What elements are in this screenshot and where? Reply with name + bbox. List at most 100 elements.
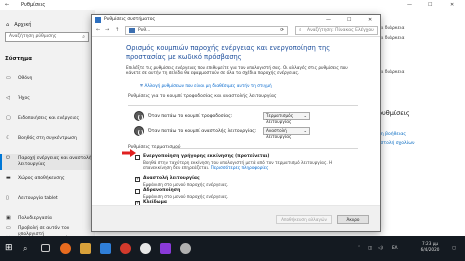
cancel-button[interactable]: Άκυρο (337, 215, 369, 224)
dialog-title-text: Ρυθμίσεις συστήματος (104, 17, 156, 22)
fast-startup-checkbox[interactable] (135, 155, 140, 160)
hibernate-label: Αδρανοποίηση (143, 188, 181, 193)
sidebar-item-tablet[interactable]: ▯ Λειτουργία tablet (0, 195, 95, 202)
notification-center-icon[interactable]: ▢ (452, 245, 456, 251)
intro-text: Επιλέξτε τις ρυθμίσεις ενέργειας που επι… (126, 65, 348, 76)
search-placeholder: Αναζήτηση ρύθμισης (9, 34, 57, 39)
nav-label: Ήχος (18, 96, 30, 101)
sidebar-item-power[interactable]: ⏻ Παροχή ενέργειας και αναστολή λειτουργί… (0, 154, 95, 170)
fast-startup-label: Ενεργοποίηση γρήγορης εκκίνησης (προτείν… (143, 154, 270, 159)
power-button-row: Όταν πατάω το κουμπί τροφοδοσίας: Τερματ… (134, 111, 334, 124)
right-text-3: ο και διάρκεια (372, 70, 405, 75)
app2-icon[interactable] (160, 243, 171, 254)
fast-startup-desc: Βοηθά στην ταχύτερη εκκίνηση του υπολογι… (143, 160, 358, 171)
close-icon[interactable]: ✕ (450, 0, 454, 10)
address-bar: ← → ↑ Ρυθ... ⟳ ⌕ Αναζήτηση: Πίνακας Ελέγχο… (92, 25, 380, 37)
dialog-minimize-icon[interactable]: — (326, 15, 331, 25)
clock[interactable]: 7:23 μμ 6/4/2020 (410, 241, 450, 252)
sleep-button-select[interactable]: Αναστολή λειτουργίας ⌄ (263, 127, 310, 139)
app-icon[interactable] (140, 243, 151, 254)
tablet-icon: ▯ (6, 195, 9, 201)
firefox-icon[interactable] (60, 243, 71, 254)
home-icon: ⌂ (6, 22, 10, 28)
settings-sidebar: ⌂ Αρχική Αναζήτηση ρύθμισης ⌕ Σύστημα ▭ Οθό… (0, 10, 95, 241)
forward-arrow-icon[interactable]: → (105, 27, 109, 33)
page-heading: Ορισμός κουμπιών παροχής ενέργειας και ε… (126, 44, 331, 61)
right-text-1: ο και διάρκεια (372, 26, 405, 31)
select-value: Αναστολή λειτουργίας (266, 128, 292, 139)
search-icon: ⌕ (82, 34, 85, 40)
home-label: Αρχική (14, 22, 32, 28)
hibernate-desc: Εμφάνιση στο μενού παροχής ενέργειας. (143, 194, 229, 199)
notification-icon: ▢ (6, 115, 11, 121)
display-icon: ▭ (6, 75, 11, 81)
settings-search-input[interactable]: Αναζήτηση ρύθμισης ⌕ (5, 32, 89, 42)
save-changes-button[interactable]: Αποθήκευση αλλαγών (276, 215, 332, 224)
nav-label: Χώρος αποθήκευσης (18, 176, 65, 181)
sleep-desc: Εμφάνιση στο μενού παροχής ενέργειας. (143, 182, 229, 187)
settings-title: Ρυθμίσεις (21, 2, 46, 8)
group-heading: Σύστημα (5, 56, 33, 62)
sleep-button-row: Όταν πατάω το κουμπί αναστολής λειτουργί… (134, 126, 334, 139)
more-info-link[interactable]: Περισσότερες πληροφορίες (211, 165, 269, 170)
sleep-button-label: Όταν πατάω το κουμπί αναστολής λειτουργί… (148, 129, 257, 134)
back-icon[interactable]: ← (5, 0, 9, 10)
clock-date: 6/4/2020 (420, 246, 440, 252)
sleep-checkbox[interactable]: ✓ (135, 177, 140, 182)
address-field[interactable]: Ρυθ... ⟳ (125, 26, 288, 35)
sidebar-item-focus[interactable]: ☾ Βοηθός στη συγκέντρωση (0, 135, 95, 142)
storage-icon: ▬ (6, 175, 11, 181)
power-button-select[interactable]: Τερματισμός λειτουργίας ⌄ (263, 112, 310, 124)
control-panel-icon (129, 28, 135, 33)
maximize-icon[interactable]: ☐ (428, 0, 432, 10)
dialog-title: Ρυθμίσεις συστήματος (92, 15, 380, 25)
home-link[interactable]: ⌂ Αρχική (6, 22, 31, 28)
change-link-text: Αλλαγή ρυθμίσεων που είναι μη διαθέσιμες… (144, 83, 272, 88)
control-panel-search[interactable]: ⌕ Αναζήτηση: Πίνακας Ελέγχου (295, 26, 378, 35)
red-arrow-icon (122, 149, 136, 157)
volume-icon[interactable]: ◁) (378, 245, 383, 251)
change-settings-link[interactable]: ⛨ Αλλαγή ρυθμίσεων που είναι μη διαθέσιμ… (140, 83, 340, 88)
chevron-down-icon: ⌄ (303, 113, 307, 118)
back-arrow-icon[interactable]: ← (96, 27, 100, 33)
up-arrow-icon[interactable]: ↑ (115, 27, 119, 33)
sidebar-item-display[interactable]: ▭ Οθόνη (0, 75, 95, 82)
dialog-maximize-icon[interactable]: ☐ (347, 15, 351, 25)
breadcrumb: Ρυθ... (138, 28, 151, 33)
chrome-icon[interactable] (120, 243, 131, 254)
right-text-2: ο και διάρκεια (372, 36, 405, 41)
select-value: Τερματισμός λειτουργίας (266, 113, 294, 124)
taskbar: ⊞ ⌕ ˄ ◫ ◁) ΕΛ 7:23 μμ 6/4/2020 ▢ (0, 236, 465, 261)
chevron-up-icon[interactable]: ˄ (358, 245, 360, 251)
sidebar-item-storage[interactable]: ▬ Χώρος αποθήκευσης (0, 175, 95, 182)
dialog-button-bar: Αποθήκευση αλλαγών Άκυρο (92, 205, 380, 231)
sidebar-item-notifications[interactable]: ▢ Ειδοποιήσεις και ενέργειες (0, 115, 95, 122)
moon-icon: ☾ (6, 135, 11, 141)
file-explorer-icon[interactable] (80, 243, 91, 254)
power-icon: ⏻ (6, 155, 10, 161)
task-view-icon[interactable] (41, 244, 50, 252)
refresh-icon[interactable]: ⟳ (280, 27, 284, 34)
nav-label: Βοηθός στη συγκέντρωση (18, 136, 77, 141)
edge-icon[interactable] (100, 243, 111, 254)
feedback-link[interactable]: Αποστολή σχολίων (372, 141, 462, 147)
settings-gear-icon[interactable] (180, 243, 191, 254)
multitask-icon: ▣ (6, 215, 11, 221)
network-icon[interactable]: ◫ (368, 245, 372, 251)
nav-label: Οθόνη (18, 76, 33, 81)
search-placeholder: Αναζήτηση: Πίνακας Ελέγχου (307, 28, 374, 33)
sidebar-item-multitasking[interactable]: ▣ Πολυδιεργασία (0, 215, 95, 222)
divider (128, 105, 358, 106)
sidebar-item-sound[interactable]: ◁ Ήχος (0, 95, 95, 102)
minimize-icon[interactable]: — (407, 0, 412, 10)
sleep-button-icon (134, 126, 144, 136)
dialog-close-icon[interactable]: ✕ (368, 15, 372, 25)
language-indicator[interactable]: ΕΛ (392, 245, 398, 251)
control-panel-icon (95, 17, 101, 23)
sleep-label: Αναστολή λειτουργίας (143, 176, 200, 181)
nav-label: Παροχή ενέργειας και αναστολή λειτουργία… (18, 156, 92, 167)
get-help-link[interactable]: Λήψη βοήθειας (372, 132, 462, 138)
search-icon[interactable]: ⌕ (23, 243, 34, 254)
windows-start-icon[interactable]: ⊞ (5, 243, 16, 254)
hibernate-checkbox[interactable] (135, 189, 140, 194)
